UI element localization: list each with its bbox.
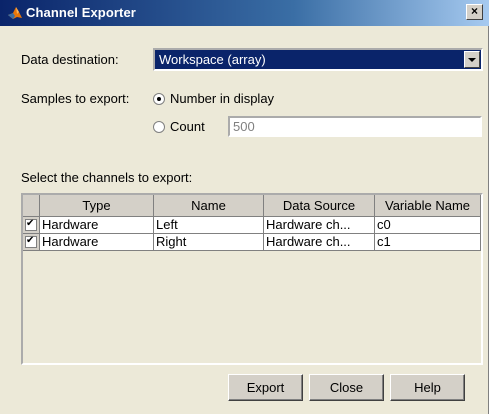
data-destination-value: Workspace (array)	[159, 52, 266, 67]
chevron-down-icon[interactable]	[464, 51, 480, 68]
count-input[interactable]	[228, 116, 482, 137]
cell-name[interactable]: Left	[154, 217, 264, 234]
export-button[interactable]: Export	[228, 374, 303, 401]
radio-count-label[interactable]: Count	[170, 119, 205, 135]
channels-table: Type Name Data Source Variable Name Hard…	[21, 193, 483, 365]
help-button[interactable]: Help	[390, 374, 465, 401]
cell-data-source[interactable]: Hardware ch...	[264, 217, 375, 234]
close-window-button[interactable]: ×	[466, 4, 483, 20]
data-destination-select[interactable]: Workspace (array)	[153, 48, 483, 71]
column-header-data-source[interactable]: Data Source	[264, 195, 375, 217]
radio-count[interactable]	[153, 121, 165, 133]
cell-type[interactable]: Hardware	[40, 217, 154, 234]
close-button[interactable]: Close	[309, 374, 384, 401]
column-header-select	[23, 195, 40, 217]
radio-number-in-display-label[interactable]: Number in display	[170, 91, 274, 107]
samples-to-export-label: Samples to export:	[21, 91, 130, 106]
column-header-name[interactable]: Name	[154, 195, 264, 217]
column-header-type[interactable]: Type	[40, 195, 154, 217]
table-header: Type Name Data Source Variable Name	[23, 195, 481, 217]
column-header-variable-name[interactable]: Variable Name	[375, 195, 481, 217]
table-row[interactable]: Hardware Right Hardware ch... c1	[23, 234, 481, 251]
row-checkbox[interactable]	[25, 235, 37, 248]
cell-variable-name[interactable]: c1	[375, 234, 481, 251]
data-destination-label: Data destination:	[21, 52, 119, 67]
row-select-cell[interactable]	[23, 234, 40, 251]
cell-type[interactable]: Hardware	[40, 234, 154, 251]
cell-variable-name[interactable]: c0	[375, 217, 481, 234]
matlab-logo-icon	[8, 7, 22, 19]
row-checkbox[interactable]	[25, 218, 37, 231]
title-bar[interactable]: Channel Exporter ×	[0, 0, 489, 26]
table-row[interactable]: Hardware Left Hardware ch... c0	[23, 217, 481, 234]
radio-number-in-display[interactable]	[153, 93, 165, 105]
window-title: Channel Exporter	[26, 5, 136, 20]
channel-exporter-dialog: Channel Exporter × Data destination: Wor…	[0, 0, 489, 414]
cell-data-source[interactable]: Hardware ch...	[264, 234, 375, 251]
row-select-cell[interactable]	[23, 217, 40, 234]
cell-name[interactable]: Right	[154, 234, 264, 251]
select-channels-label: Select the channels to export:	[21, 170, 193, 185]
